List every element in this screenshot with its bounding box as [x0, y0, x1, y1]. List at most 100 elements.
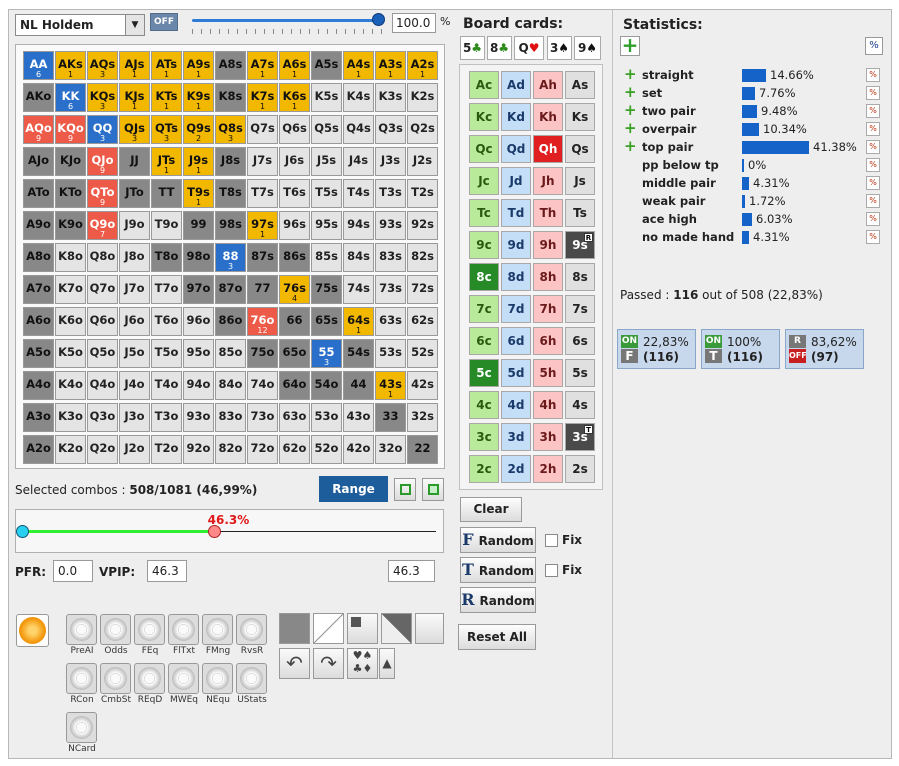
hand-cell[interactable]: 32s [407, 403, 438, 432]
stat-percent-toggle[interactable]: % [866, 230, 880, 244]
hand-cell[interactable]: A9o [23, 211, 54, 240]
hand-cell[interactable]: 88 3 [215, 243, 246, 272]
hand-cell[interactable]: A4s 1 [343, 51, 374, 80]
hand-cell[interactable]: K9s 1 [183, 83, 214, 112]
hand-cell[interactable]: A4o [23, 371, 54, 400]
diagonal-line-icon[interactable] [313, 613, 344, 644]
hand-cell[interactable]: T7s [247, 179, 278, 208]
hand-cell[interactable]: 92o [183, 435, 214, 464]
hand-cell[interactable]: TT [151, 179, 182, 208]
card-cell[interactable]: 5d [501, 359, 531, 387]
hand-cell[interactable]: T8s [215, 179, 246, 208]
hand-cell[interactable]: A8s [215, 51, 246, 80]
stat-percent-toggle[interactable]: % [866, 122, 880, 136]
hand-cell[interactable]: T5o [151, 339, 182, 368]
stat-percent-toggle[interactable]: % [866, 212, 880, 226]
range-slider-low-thumb[interactable] [16, 525, 29, 538]
suits-icon[interactable]: ♥♠ ♣♦ [347, 648, 378, 679]
hand-cell[interactable]: 55 3 [311, 339, 342, 368]
card-cell[interactable]: 9s R [565, 231, 595, 259]
tool-cmbst-button[interactable] [100, 663, 131, 694]
hand-cell[interactable]: J2o [119, 435, 150, 464]
card-cell[interactable]: Ks [565, 103, 595, 131]
hand-cell[interactable]: J5s [311, 147, 342, 176]
hand-cell[interactable]: Q8o [87, 243, 118, 272]
hand-cell[interactable]: 87s [247, 243, 278, 272]
hand-cell[interactable]: 63o [279, 403, 310, 432]
hand-cell[interactable]: K3o [55, 403, 86, 432]
stat-percent-toggle[interactable]: % [866, 86, 880, 100]
card-cell[interactable]: 8s [565, 263, 595, 291]
range-button[interactable]: Range [319, 476, 388, 502]
hand-cell[interactable]: KQo 9 [55, 115, 86, 144]
hand-cell[interactable]: Q9o 7 [87, 211, 118, 240]
card-cell[interactable]: 4d [501, 391, 531, 419]
hand-cell[interactable]: T3s [375, 179, 406, 208]
hand-cell[interactable]: 54o [311, 371, 342, 400]
hand-cell[interactable]: K6o [55, 307, 86, 336]
hand-cell[interactable]: J9o [119, 211, 150, 240]
tool-reqd-button[interactable] [134, 663, 165, 694]
hand-cell[interactable]: T8o [151, 243, 182, 272]
hand-cell[interactable]: KTo [55, 179, 86, 208]
board-card[interactable]: 3♠ [547, 36, 572, 60]
card-cell[interactable]: Jh [533, 167, 563, 195]
hand-cell[interactable]: 42o [343, 435, 374, 464]
hand-cell[interactable]: 93s [375, 211, 406, 240]
card-cell[interactable]: 5s [565, 359, 595, 387]
hand-cell[interactable]: 53s [375, 339, 406, 368]
hand-cell[interactable]: Q5s [311, 115, 342, 144]
orange-logo-icon[interactable] [16, 614, 49, 647]
stat-percent-toggle[interactable]: % [866, 140, 880, 154]
hand-cell[interactable]: T6o [151, 307, 182, 336]
hand-cell[interactable]: K5s [311, 83, 342, 112]
hand-cell[interactable]: JJ [119, 147, 150, 176]
filter-box[interactable]: ON T 100% (116) [701, 329, 780, 369]
tool-rvsr-button[interactable] [236, 614, 267, 645]
expand-icon[interactable] [394, 478, 416, 501]
card-cell[interactable]: Qh [533, 135, 563, 163]
card-cell[interactable]: 3h [533, 423, 563, 451]
hand-cell[interactable]: 94s [343, 211, 374, 240]
hand-cell[interactable]: Q7s [247, 115, 278, 144]
hand-cell[interactable]: 52s [407, 339, 438, 368]
stat-percent-toggle[interactable]: % [866, 176, 880, 190]
card-cell[interactable]: 2h [533, 455, 563, 483]
card-cell[interactable]: Qs [565, 135, 595, 163]
hand-cell[interactable]: 84o [215, 371, 246, 400]
hand-cell[interactable]: J3s [375, 147, 406, 176]
hand-cell[interactable]: Q8s 3 [215, 115, 246, 144]
hand-cell[interactable]: 52o [311, 435, 342, 464]
card-cell[interactable]: 2d [501, 455, 531, 483]
hand-cell[interactable]: K8s [215, 83, 246, 112]
card-cell[interactable]: Kc [469, 103, 499, 131]
hand-cell[interactable]: 83o [215, 403, 246, 432]
hand-cell[interactable]: AQo 9 [23, 115, 54, 144]
hand-cell[interactable]: Q6s [279, 115, 310, 144]
hand-cell[interactable]: 85o [215, 339, 246, 368]
card-cell[interactable]: Js [565, 167, 595, 195]
hand-cell[interactable]: T3o [151, 403, 182, 432]
hand-cell[interactable]: 65o [279, 339, 310, 368]
range-value-input[interactable]: 46.3 [388, 560, 435, 582]
board-card[interactable]: 9♠ [574, 36, 601, 60]
hand-cell[interactable]: Q5o [87, 339, 118, 368]
hand-cell[interactable]: Q2o [87, 435, 118, 464]
card-cell[interactable]: Ad [501, 71, 531, 99]
hand-cell[interactable]: K6s 1 [279, 83, 310, 112]
card-cell[interactable]: 6s [565, 327, 595, 355]
hand-cell[interactable]: J7o [119, 275, 150, 304]
hand-cell[interactable]: 42s [407, 371, 438, 400]
hand-cell[interactable]: Q3o [87, 403, 118, 432]
card-cell[interactable]: 4s [565, 391, 595, 419]
hand-cell[interactable]: 95o [183, 339, 214, 368]
hand-cell[interactable]: AQs 3 [87, 51, 118, 80]
hand-cell[interactable]: QTo 9 [87, 179, 118, 208]
hand-cell[interactable]: 86o [215, 307, 246, 336]
hand-cell[interactable]: T5s [311, 179, 342, 208]
hand-cell[interactable]: J8s [215, 147, 246, 176]
hand-cell[interactable]: 76s 4 [279, 275, 310, 304]
hand-cell[interactable]: A5o [23, 339, 54, 368]
hand-cell[interactable]: 73s [375, 275, 406, 304]
card-cell[interactable]: 6h [533, 327, 563, 355]
